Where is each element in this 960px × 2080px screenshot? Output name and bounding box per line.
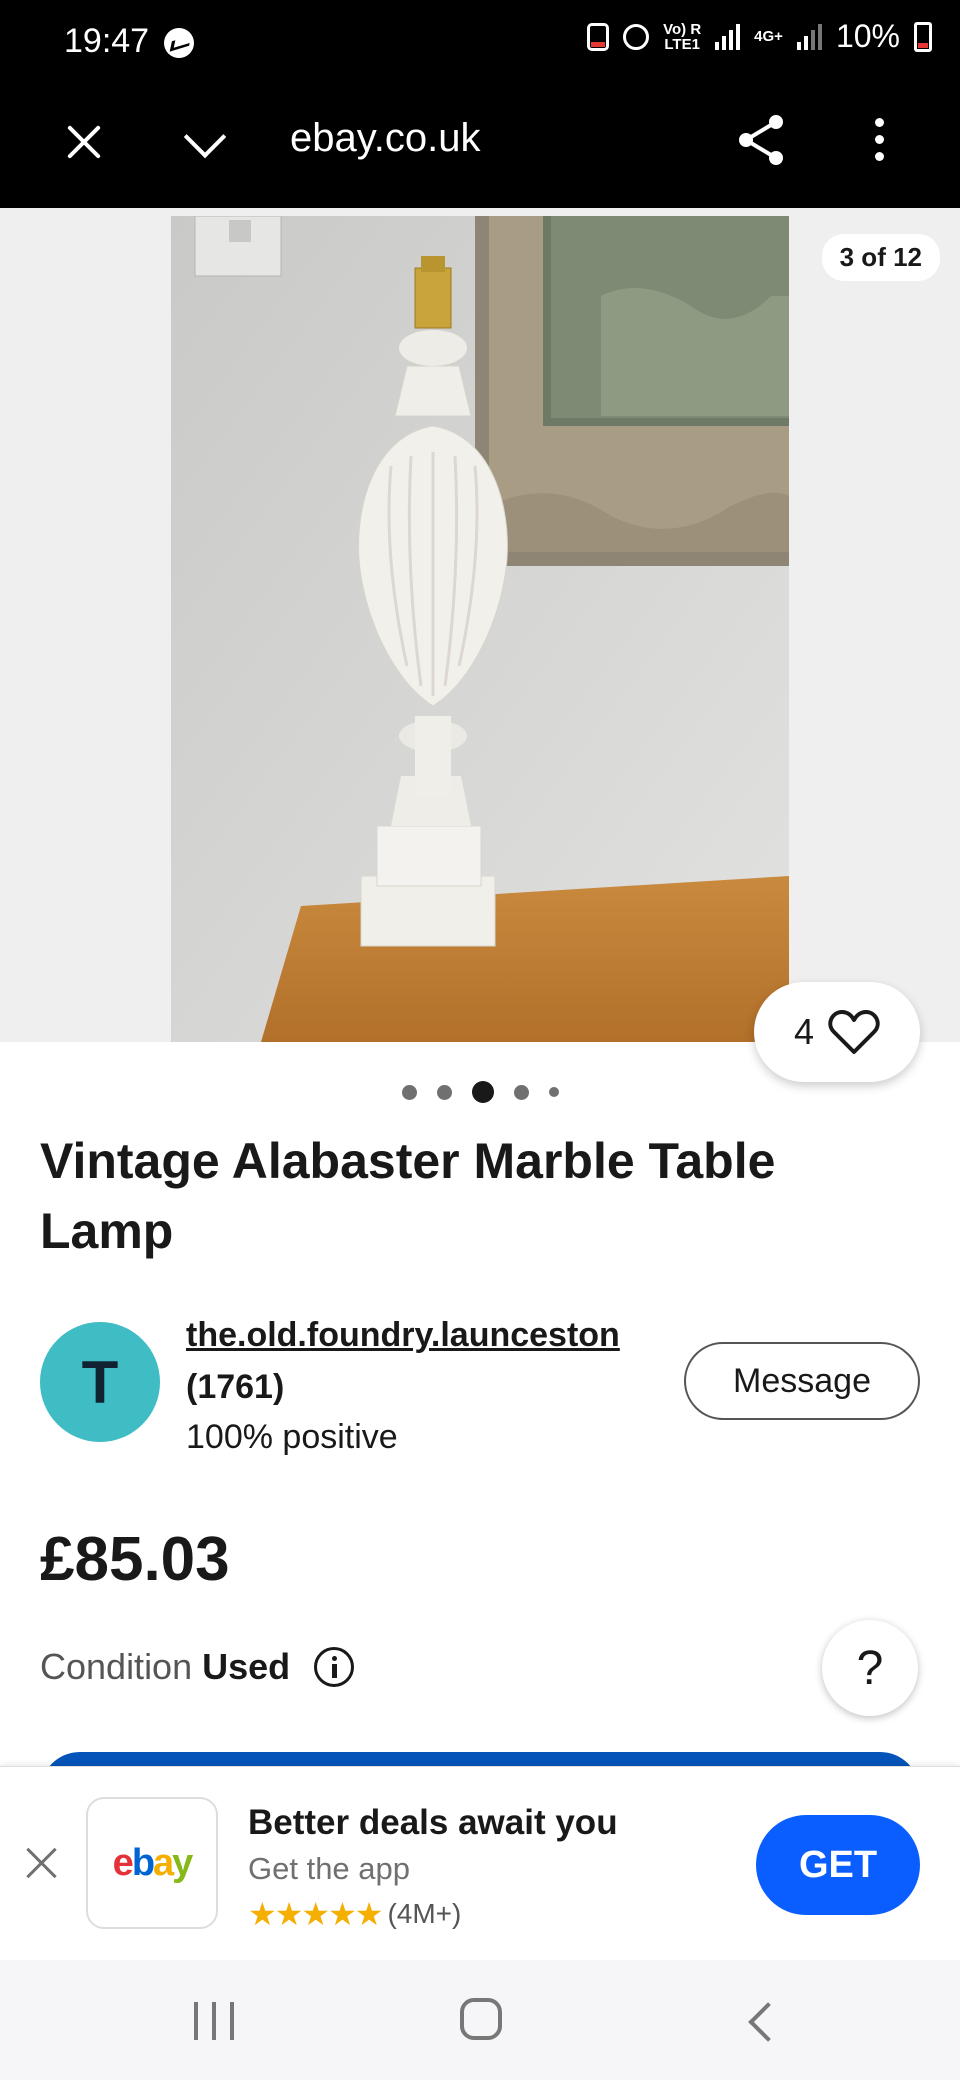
- lamp-photo-illustration: [171, 216, 789, 1042]
- seller-feedback-count: (1761): [186, 1368, 285, 1406]
- condition-label: Condition: [40, 1646, 193, 1687]
- alarm-icon: [623, 23, 650, 50]
- listing-title: Vintage Alabaster Marble Table Lamp: [40, 1133, 776, 1259]
- network-label-2: LTE1: [664, 35, 700, 53]
- product-photo[interactable]: [171, 216, 789, 1042]
- message-button[interactable]: Message: [684, 1342, 920, 1420]
- seller-initial: T: [81, 1348, 119, 1416]
- pagination-dot[interactable]: [548, 1087, 559, 1097]
- logo-letter: e: [112, 1841, 134, 1884]
- status-icons: Vo) R LTE1 4G+ 10%: [587, 18, 932, 55]
- watch-button[interactable]: 4: [754, 982, 920, 1082]
- pagination-dot-active[interactable]: [471, 1081, 494, 1103]
- status-bar: 19:47 Vo) R LTE1 4G+ 10%: [0, 0, 960, 84]
- network-type-label: 4G+: [754, 28, 783, 45]
- banner-title: Better deals await you: [248, 1803, 618, 1842]
- status-time: 19:47: [64, 22, 150, 60]
- star-rating-icon: ★★★★★: [248, 1896, 383, 1932]
- image-counter-badge: 3 of 12: [821, 234, 940, 281]
- watch-count: 4: [793, 1011, 815, 1052]
- close-icon[interactable]: [56, 114, 112, 170]
- messenger-icon: [164, 28, 194, 58]
- app-install-banner: ebay Better deals await you Get the app …: [0, 1766, 960, 1960]
- heart-icon: [828, 1008, 880, 1056]
- signal-icon-2: [796, 23, 822, 50]
- browser-toolbar: ebay.co.uk: [0, 84, 960, 208]
- recent-apps-icon[interactable]: [194, 2002, 234, 2042]
- volte-label: Vo) R LTE1: [663, 22, 701, 52]
- battery-percent: 10%: [835, 18, 900, 54]
- url-text[interactable]: ebay.co.uk: [290, 116, 481, 161]
- battery-icon: [914, 21, 932, 52]
- ebay-app-logo: ebay: [86, 1797, 218, 1929]
- chevron-down-icon[interactable]: [176, 114, 232, 170]
- condition-value: Used: [202, 1646, 291, 1687]
- seller-feedback-percent: 100% positive: [186, 1418, 398, 1456]
- close-icon[interactable]: [20, 1841, 64, 1885]
- logo-letter: y: [172, 1841, 193, 1884]
- banner-subtitle: Get the app: [248, 1851, 411, 1886]
- image-gallery[interactable]: 3 of 12: [0, 208, 960, 1042]
- pagination-dot[interactable]: [436, 1084, 452, 1100]
- logo-letter: b: [131, 1841, 155, 1884]
- help-button[interactable]: ?: [822, 1620, 918, 1716]
- app-rating: ★★★★★ (4M+): [248, 1895, 461, 1933]
- get-app-button[interactable]: GET: [756, 1815, 920, 1915]
- seller-name-link[interactable]: the.old.foundry.launceston: [186, 1316, 620, 1355]
- seller-avatar[interactable]: T: [40, 1322, 160, 1442]
- share-icon[interactable]: [732, 110, 792, 170]
- info-icon[interactable]: [314, 1647, 355, 1687]
- more-options-icon[interactable]: [864, 112, 894, 172]
- home-icon[interactable]: [460, 1998, 502, 2040]
- pagination-dot[interactable]: [513, 1084, 529, 1100]
- item-price: £85.03: [40, 1525, 230, 1594]
- logo-letter: a: [153, 1841, 174, 1884]
- battery-saver-icon: [587, 22, 610, 51]
- item-condition: Condition Used: [40, 1646, 355, 1688]
- back-icon[interactable]: [740, 2002, 780, 2042]
- signal-icon-1: [715, 23, 741, 50]
- pagination-dot[interactable]: [401, 1084, 417, 1100]
- gallery-pagination: [0, 1080, 960, 1104]
- rating-count: (4M+): [387, 1898, 462, 1929]
- system-nav-bar: [0, 1960, 960, 2080]
